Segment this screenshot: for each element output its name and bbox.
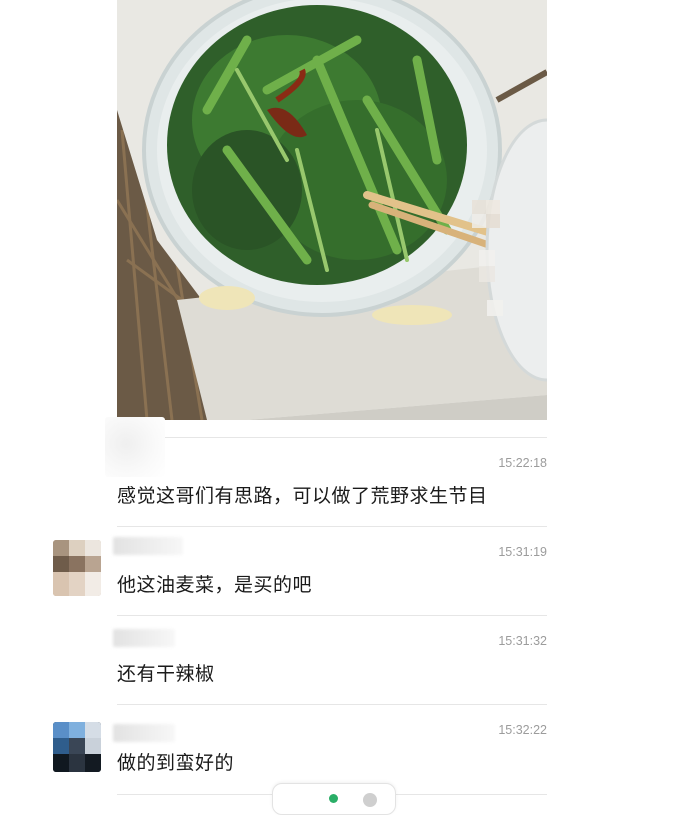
sender-name-blurred (113, 629, 175, 647)
chat-message: 15:31:32 还有干辣椒 (0, 615, 684, 704)
indicator-icon (363, 793, 377, 807)
shared-food-photo[interactable] (117, 0, 547, 420)
sender-name-blurred (113, 537, 183, 555)
sender-name-blurred (113, 724, 175, 742)
message-text: 还有干辣椒 (117, 663, 215, 685)
divider (117, 437, 547, 438)
bottom-status-pill[interactable] (272, 783, 396, 815)
food-photo-icon (117, 0, 547, 420)
chat-message: 15:31:19 他这油麦菜，是买的吧 (0, 526, 684, 615)
divider (117, 526, 547, 527)
avatar[interactable] (53, 540, 101, 596)
message-text: 做的到蛮好的 (117, 752, 235, 774)
divider (117, 704, 547, 705)
avatar[interactable] (105, 417, 165, 477)
message-timestamp: 15:31:19 (498, 545, 547, 559)
message-timestamp: 15:31:32 (498, 634, 547, 648)
chat-message: 15:32:22 做的到蛮好的 (0, 704, 684, 793)
avatar[interactable] (53, 722, 101, 772)
message-timestamp: 15:22:18 (498, 456, 547, 470)
divider (117, 615, 547, 616)
message-timestamp: 15:32:22 (498, 723, 547, 737)
message-text: 感觉这哥们有思路，可以做了荒野求生节目 (117, 485, 488, 507)
message-text: 他这油麦菜，是买的吧 (117, 574, 313, 596)
chat-message: 15:22:18 感觉这哥们有思路，可以做了荒野求生节目 (0, 417, 684, 526)
